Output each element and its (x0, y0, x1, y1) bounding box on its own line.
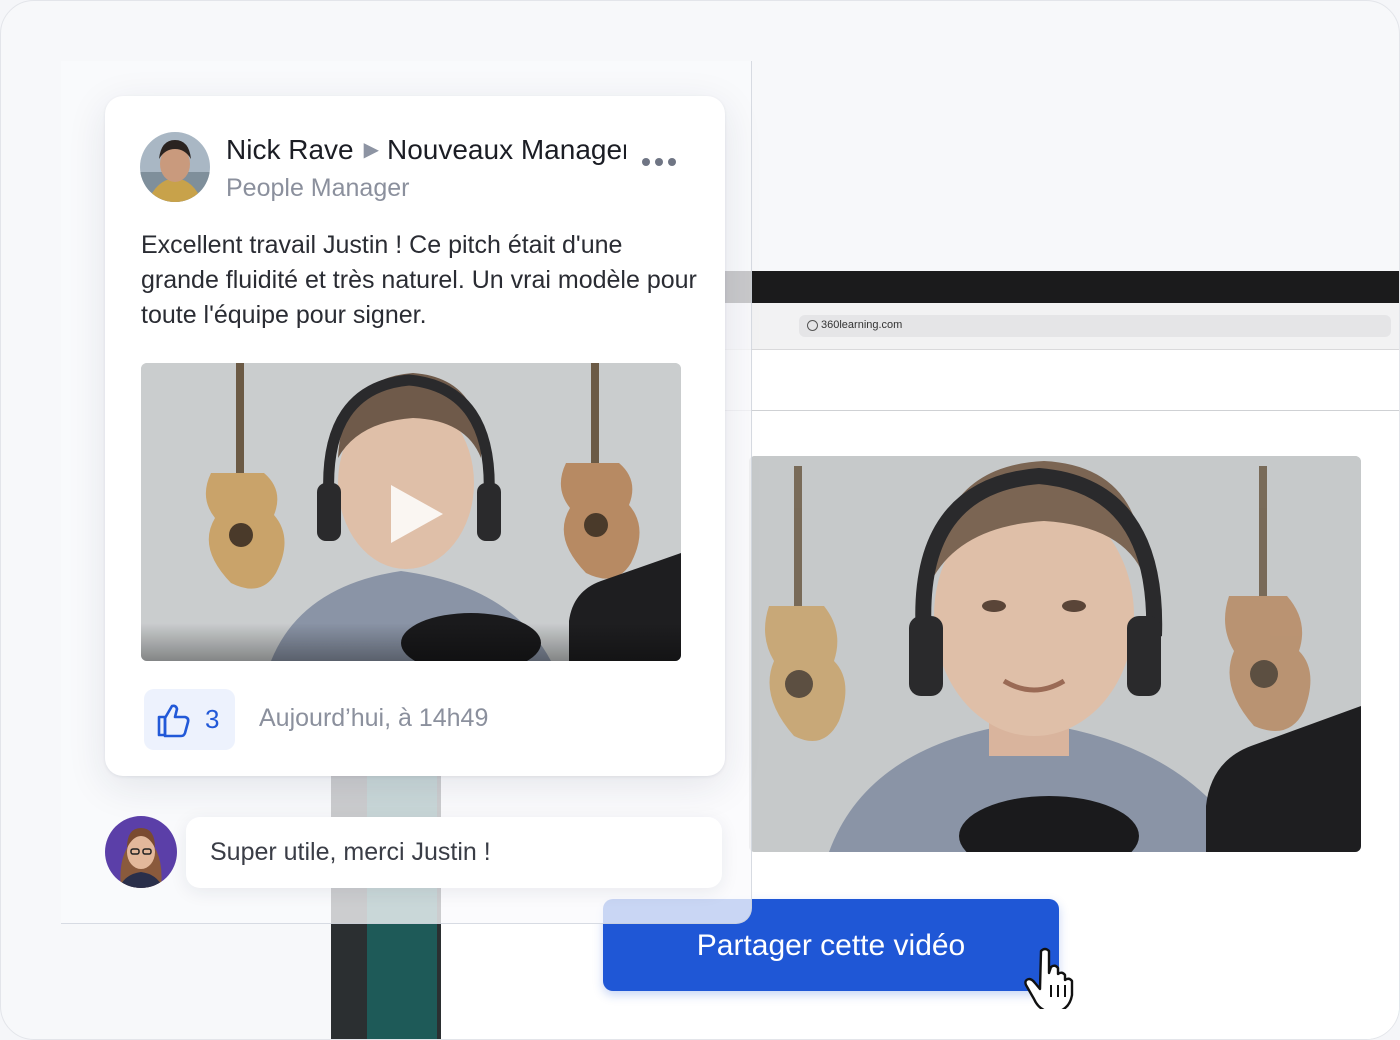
globe-icon (807, 320, 818, 331)
post-card: Nick Rave ▶ Nouveaux Managers People Manag… (105, 96, 725, 776)
post-video-frame (141, 363, 681, 661)
group-name[interactable]: Nouveaux Managers (387, 134, 626, 165)
address-url: 360learning.com (821, 319, 903, 331)
post-timestamp: Aujourd’hui, à 14h49 (259, 704, 489, 732)
author-avatar[interactable] (140, 132, 210, 202)
hand-cursor-icon (1024, 947, 1074, 1009)
commenter-avatar[interactable] (105, 816, 177, 888)
main-video-frame (749, 456, 1361, 852)
author-name[interactable]: Nick Rave (226, 134, 354, 165)
app-frame: 360learning.com Partager cette vidéo Nic… (0, 0, 1400, 1040)
post-body: Excellent travail Justin ! Ce pitch étai… (141, 231, 697, 329)
more-options-icon[interactable] (641, 154, 677, 170)
author-role: People Manager (226, 174, 410, 202)
post-video-thumbnail[interactable] (141, 363, 681, 661)
thumbs-up-icon (157, 704, 190, 738)
triangle-right-icon: ▶ (363, 139, 379, 161)
author-avatar-image (140, 132, 210, 202)
author-line: Nick Rave ▶ Nouveaux Managers (226, 134, 626, 166)
address-bar[interactable]: 360learning.com (799, 315, 1391, 337)
comment-bubble[interactable]: Super utile, merci Justin ! (186, 817, 722, 888)
like-count: 3 (205, 704, 220, 734)
like-button[interactable]: 3 (144, 689, 235, 750)
main-video-player[interactable] (749, 456, 1361, 852)
commenter-avatar-image (105, 816, 177, 888)
